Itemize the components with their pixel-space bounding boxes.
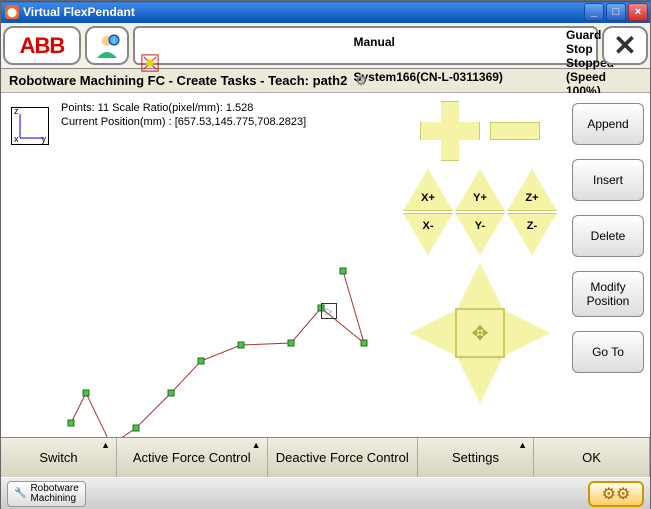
app-icon: ⬤ <box>5 5 19 19</box>
window-title: Virtual FlexPendant <box>23 5 584 19</box>
jog-x-minus[interactable]: X- <box>403 213 453 255</box>
warning-icon <box>141 54 159 72</box>
append-button[interactable]: Append <box>572 103 644 145</box>
jog-y-minus[interactable]: Y- <box>455 213 505 255</box>
switch-button[interactable]: Switch▲ <box>1 438 117 477</box>
minimize-button[interactable]: _ <box>584 3 604 21</box>
zoom-minus-button[interactable] <box>490 122 540 140</box>
jog-z-minus[interactable]: Z- <box>507 213 557 255</box>
action-buttons: Append Insert Delete Modify Position Go … <box>566 93 650 437</box>
operator-icon[interactable]: i <box>85 26 129 65</box>
bottom-bar: Switch▲ Active Force Control▲ Deactive F… <box>1 437 650 477</box>
cursor-indicator: ▷ <box>321 303 337 319</box>
deactive-force-button[interactable]: Deactive Force Control <box>268 438 419 477</box>
delete-button[interactable]: Delete <box>572 215 644 257</box>
path-polyline <box>1 93 381 437</box>
guard-label: Guard Stop <box>566 28 590 56</box>
status-panel: Manual Guard Stop System166(CN-L-0311369… <box>133 26 598 65</box>
window-titlebar: ⬤ Virtual FlexPendant _ □ × <box>1 1 650 23</box>
goto-button[interactable]: Go To <box>572 331 644 373</box>
active-force-button[interactable]: Active Force Control▲ <box>117 438 268 477</box>
nav-pad: ✥ <box>410 263 550 403</box>
main-area: z x y Points: 11 Scale Ratio(pixel/mm): … <box>1 93 650 437</box>
zoom-plus-button[interactable] <box>420 101 480 161</box>
settings-gear-button[interactable]: ⚙⚙ <box>588 481 644 507</box>
jog-z-plus[interactable]: Z+ <box>507 169 557 211</box>
mode-label: Manual <box>354 35 567 49</box>
jog-x-plus[interactable]: X+ <box>403 169 453 211</box>
system-label: System166(CN-L-0311369) <box>354 70 567 84</box>
task-robotware[interactable]: 🔧 Robotware Machining <box>7 481 86 507</box>
status-label: Stopped (Speed 100%) <box>566 56 590 98</box>
nav-right[interactable] <box>498 307 550 359</box>
ok-button[interactable]: OK <box>534 438 650 477</box>
close-button[interactable]: × <box>628 3 648 21</box>
header: ABB i Manual Guard Stop System166(CN-L-0… <box>1 23 650 69</box>
abb-logo: ABB <box>3 26 81 65</box>
gear-icon[interactable]: ⚙ <box>355 73 367 89</box>
path-canvas[interactable]: z x y Points: 11 Scale Ratio(pixel/mm): … <box>1 93 394 437</box>
jog-controls: X+ Y+ Z+ X- Y- Z- ✥ <box>394 93 566 437</box>
taskbar: 🔧 Robotware Machining ⚙⚙ <box>1 477 650 509</box>
breadcrumb-text: Robotware Machining FC - Create Tasks - … <box>9 73 347 88</box>
jog-y-plus[interactable]: Y+ <box>455 169 505 211</box>
nav-center[interactable]: ✥ <box>455 308 505 358</box>
modify-position-button[interactable]: Modify Position <box>572 271 644 317</box>
settings-button[interactable]: Settings▲ <box>418 438 534 477</box>
maximize-button[interactable]: □ <box>606 3 626 21</box>
svg-text:i: i <box>113 36 115 45</box>
task-icon: 🔧 <box>14 489 26 499</box>
insert-button[interactable]: Insert <box>572 159 644 201</box>
close-panel-button[interactable]: ✕ <box>602 26 648 65</box>
